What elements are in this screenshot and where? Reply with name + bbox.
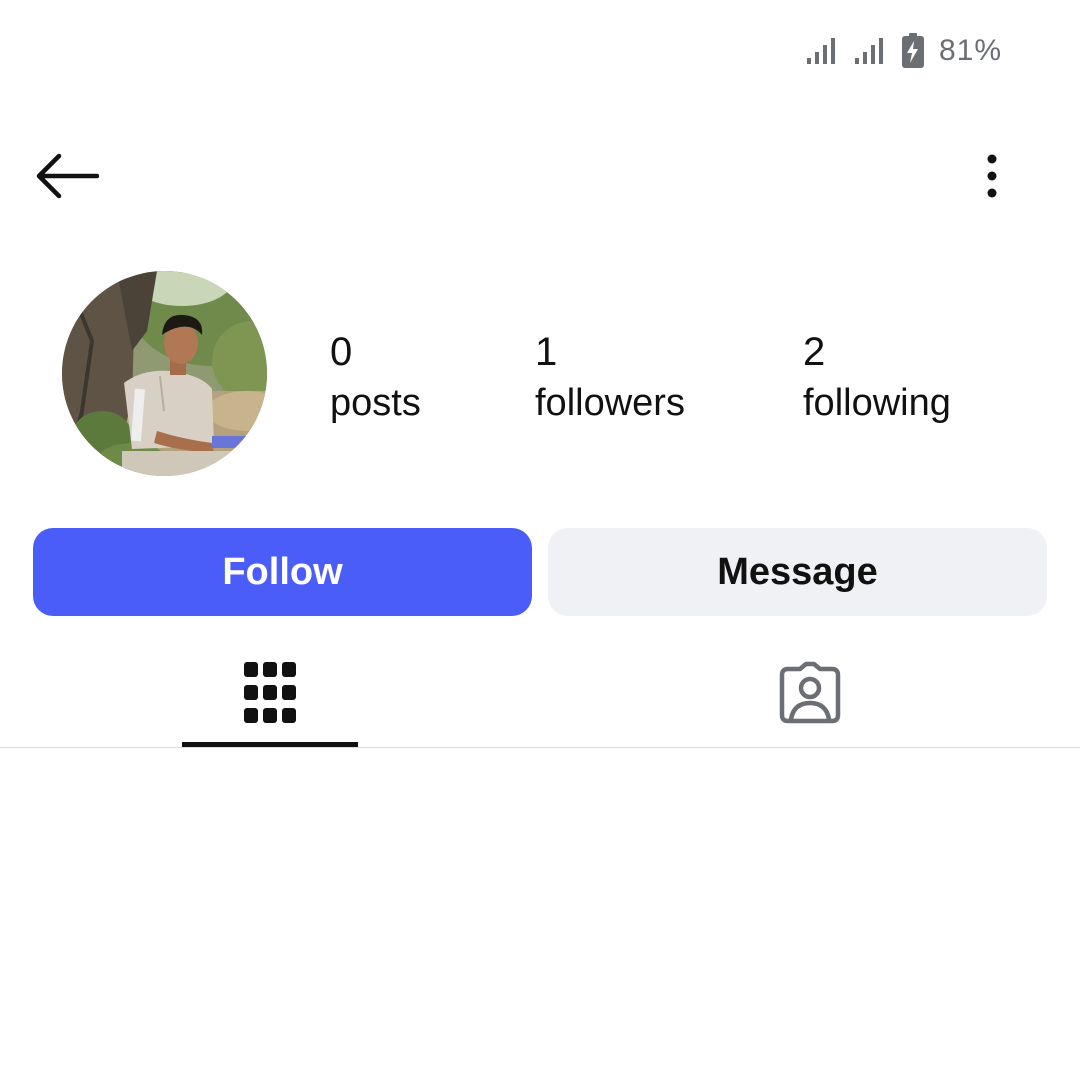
avatar[interactable]: [62, 271, 267, 476]
followers-count: 1: [535, 330, 558, 374]
status-bar: 81%: [805, 28, 1002, 74]
more-vertical-icon: [987, 154, 997, 198]
posts-count: 0: [330, 330, 353, 374]
follow-button[interactable]: Follow: [33, 528, 532, 616]
tab-tagged[interactable]: [722, 640, 898, 746]
battery-charging-icon: [901, 33, 924, 68]
following-label: following: [803, 382, 951, 424]
back-button[interactable]: [28, 142, 104, 210]
following-stat[interactable]: 2 following: [803, 330, 951, 424]
tagged-user-icon: [779, 661, 841, 724]
message-button[interactable]: Message: [548, 528, 1047, 616]
more-options-button[interactable]: [962, 146, 1022, 206]
arrow-left-icon: [36, 153, 99, 199]
posts-label: posts: [330, 382, 421, 424]
grid-icon: [244, 662, 296, 723]
followers-label: followers: [535, 382, 685, 424]
profile-photo: [62, 271, 267, 476]
signal-icon: [854, 38, 883, 64]
tab-posts-grid[interactable]: [182, 640, 358, 746]
followers-stat[interactable]: 1 followers: [535, 330, 685, 424]
following-count: 2: [803, 330, 826, 374]
signal-icon: [806, 38, 835, 64]
battery-percentage: 81%: [938, 34, 1002, 67]
tabs-divider: [0, 747, 1080, 748]
posts-stat: 0 posts: [330, 330, 421, 424]
